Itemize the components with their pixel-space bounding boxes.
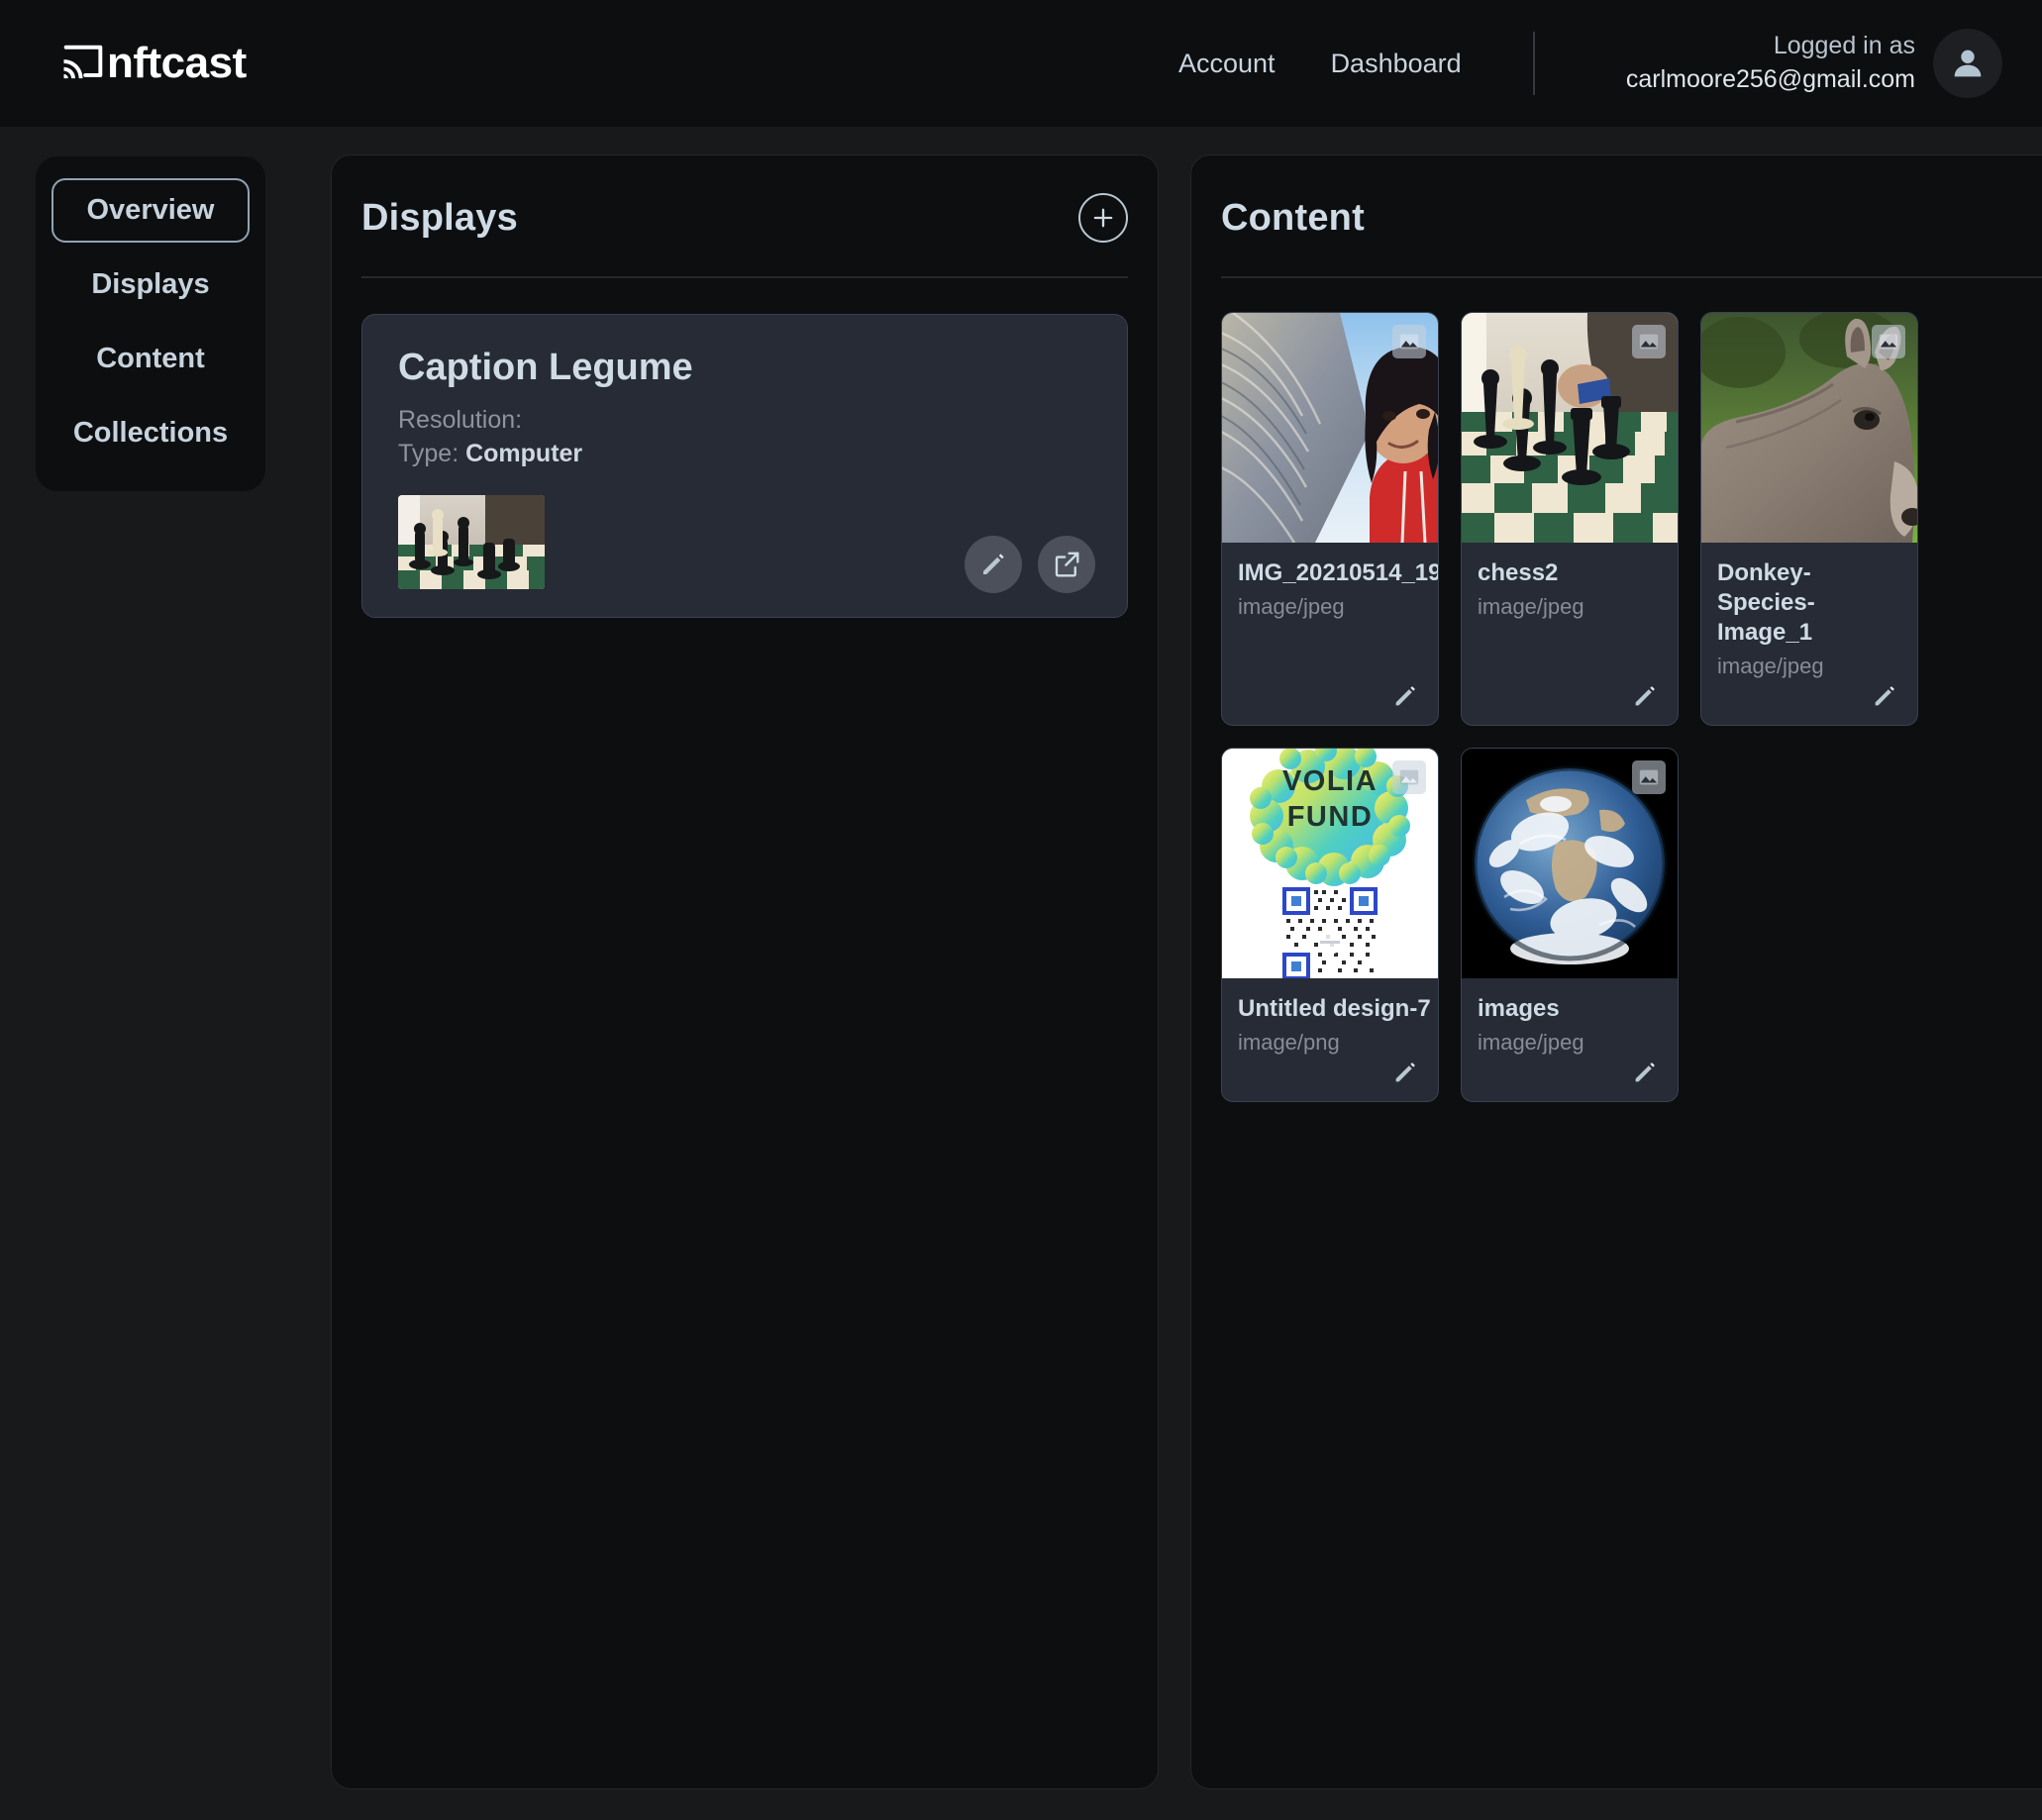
- sidebar-item-content[interactable]: Content: [51, 327, 250, 391]
- displays-panel: Displays Caption Legume Resolution: Type…: [331, 154, 1159, 1789]
- content-card-name: chess2: [1478, 559, 1559, 586]
- logged-in-label: Logged in as: [1773, 32, 1915, 60]
- content-card-body: Donkey-Species-Image_1 image/jpeg: [1701, 543, 1917, 725]
- image-icon: [1639, 769, 1659, 785]
- display-card[interactable]: Caption Legume Resolution: Type: Compute…: [361, 314, 1128, 618]
- user-area[interactable]: Logged in as carlmoore256@gmail.com: [1626, 29, 2002, 98]
- pencil-icon: [983, 553, 1004, 574]
- content-thumbnail: VOLIA FUND: [1222, 749, 1438, 978]
- plus-icon: [1093, 208, 1113, 228]
- content-card-body: chess2 image/jpeg: [1462, 543, 1678, 725]
- content-card-type: image/jpeg: [1478, 594, 1584, 619]
- edit-content-button[interactable]: [1388, 679, 1422, 713]
- content-card-name: Donkey-Species-Image_1: [1717, 559, 1815, 646]
- image-badge-icon: [1392, 760, 1426, 794]
- user-info: Logged in as carlmoore256@gmail.com: [1626, 30, 1915, 97]
- nav-dashboard[interactable]: Dashboard: [1331, 49, 1462, 79]
- content-title: Content: [1221, 196, 1365, 239]
- display-card-actions: [965, 535, 1095, 593]
- nav-divider: [1532, 32, 1535, 95]
- sidebar-item-overview[interactable]: Overview: [51, 178, 250, 243]
- content-card-body: Untitled design-7 image/png: [1222, 978, 1438, 1101]
- image-icon: [1399, 769, 1419, 785]
- open-display-button[interactable]: [1038, 535, 1095, 593]
- page-body: Overview Displays Content Collections Di…: [0, 127, 2042, 1820]
- pencil-icon: [1635, 1062, 1655, 1082]
- edit-content-button[interactable]: [1628, 1056, 1662, 1089]
- sidebar-item-displays[interactable]: Displays: [51, 253, 250, 317]
- resolution-label: Resolution:: [398, 406, 523, 434]
- image-badge-icon: [1872, 325, 1905, 358]
- brand-name: nftcast: [107, 39, 247, 87]
- person-icon: [1954, 50, 1982, 77]
- pencil-icon: [1395, 1062, 1415, 1082]
- image-icon: [1639, 334, 1659, 350]
- pencil-icon: [1635, 686, 1655, 706]
- type-value: Computer: [465, 440, 583, 468]
- add-display-button[interactable]: [1078, 193, 1128, 243]
- content-panel-header: Content: [1221, 181, 2042, 278]
- content-card[interactable]: Donkey-Species-Image_1 image/jpeg: [1700, 312, 1918, 726]
- chess-board-photo: [398, 494, 545, 589]
- display-thumbnail: [398, 494, 545, 589]
- content-card[interactable]: images image/jpeg: [1461, 748, 1679, 1102]
- brand-logo[interactable]: nftcast: [57, 38, 247, 89]
- content-card[interactable]: chess2 image/jpeg: [1461, 312, 1679, 726]
- content-thumbnail: [1701, 313, 1917, 543]
- type-label: Type:: [398, 440, 459, 468]
- image-badge-icon: [1632, 325, 1666, 358]
- external-link-icon: [1055, 552, 1079, 576]
- content-card[interactable]: IMG_20210514_194 image/jpeg: [1221, 312, 1439, 726]
- content-card[interactable]: VOLIA FUND Untitled design-7 image/png: [1221, 748, 1439, 1102]
- sidebar-item-collections[interactable]: Collections: [51, 401, 250, 465]
- image-badge-icon: [1632, 760, 1666, 794]
- content-card-type: image/jpeg: [1717, 654, 1824, 678]
- pencil-icon: [1875, 686, 1894, 706]
- edit-content-button[interactable]: [1868, 679, 1901, 713]
- content-card-type: image/png: [1238, 1030, 1340, 1055]
- displays-panel-header: Displays: [361, 181, 1128, 278]
- content-card-type: image/jpeg: [1478, 1030, 1584, 1055]
- cast-icon: [57, 38, 109, 89]
- image-icon: [1399, 334, 1419, 350]
- content-card-type: image/jpeg: [1238, 594, 1345, 619]
- content-thumbnail: [1222, 313, 1438, 543]
- sidebar: Overview Displays Content Collections: [36, 156, 265, 491]
- edit-display-button[interactable]: [965, 535, 1022, 593]
- pencil-icon: [1395, 686, 1415, 706]
- display-type: Type: Computer: [398, 437, 1091, 470]
- content-panel: Content IMG_20210514_194 image/jpeg ches…: [1190, 154, 2042, 1789]
- user-email: carlmoore256@gmail.com: [1625, 65, 1915, 93]
- display-list: Caption Legume Resolution: Type: Compute…: [361, 278, 1128, 618]
- image-badge-icon: [1392, 325, 1426, 358]
- content-thumbnail: [1462, 749, 1678, 978]
- display-resolution: Resolution:: [398, 403, 1091, 437]
- svg-text:VOLIA: VOLIA: [1282, 765, 1378, 797]
- content-card-name: Untitled design-7: [1238, 995, 1431, 1022]
- content-card-body: images image/jpeg: [1462, 978, 1678, 1101]
- image-icon: [1879, 334, 1898, 350]
- main-nav: Account Dashboard: [1178, 32, 1535, 95]
- display-name: Caption Legume: [398, 347, 693, 388]
- nav-account[interactable]: Account: [1178, 49, 1276, 79]
- edit-content-button[interactable]: [1628, 679, 1662, 713]
- content-card-body: IMG_20210514_194 image/jpeg: [1222, 543, 1438, 725]
- content-grid: IMG_20210514_194 image/jpeg chess2 image…: [1221, 278, 2042, 1102]
- content-thumbnail: [1462, 313, 1678, 543]
- avatar[interactable]: [1933, 29, 2002, 98]
- displays-title: Displays: [361, 196, 518, 239]
- content-card-name: images: [1478, 995, 1560, 1022]
- edit-content-button[interactable]: [1388, 1056, 1422, 1089]
- content-card-name: IMG_20210514_194: [1238, 559, 1439, 586]
- svg-text:FUND: FUND: [1287, 801, 1374, 833]
- top-header: nftcast Account Dashboard Logged in as c…: [0, 0, 2042, 127]
